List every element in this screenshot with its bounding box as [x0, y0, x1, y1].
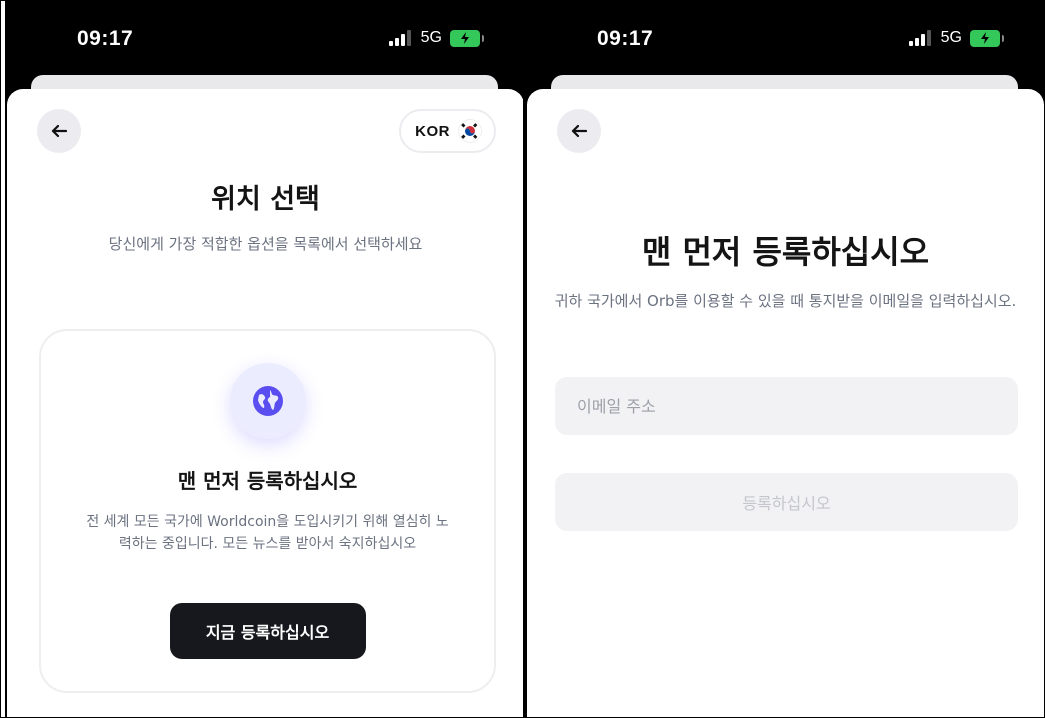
globe-badge	[229, 363, 306, 439]
globe-icon	[252, 386, 283, 416]
country-code: KOR	[415, 122, 450, 140]
signal-icon	[388, 30, 411, 46]
phone-screen-location: 09:17 5G KOR 위치 선택 당신에게 가장 적합한 옵션을 목록에서 …	[5, 1, 524, 717]
south-korea-flag-icon	[458, 119, 482, 143]
status-bar: 09:17 5G	[5, 1, 524, 81]
back-button[interactable]	[557, 109, 601, 153]
status-indicators: 5G	[908, 29, 1004, 47]
register-button[interactable]: 등록하십시오	[555, 473, 1018, 531]
page-title: 위치 선택	[211, 184, 320, 215]
email-input[interactable]	[555, 377, 1018, 435]
signal-icon	[908, 30, 931, 46]
page-subtitle: 당신에게 가장 적합한 옵션을 목록에서 선택하세요	[108, 235, 423, 253]
status-bar: 09:17 5G	[525, 1, 1044, 81]
phone-screen-register: 09:17 5G 맨 먼저 등록하십시오 귀하 국가에서 Orb를 이용할 수 …	[525, 1, 1044, 717]
register-sheet: 맨 먼저 등록하십시오 귀하 국가에서 Orb를 이용할 수 있을 때 통지받을…	[527, 89, 1044, 717]
card-title: 맨 먼저 등록하십시오	[177, 469, 358, 493]
battery-charging-icon	[450, 29, 484, 47]
arrow-left-icon	[571, 124, 588, 138]
back-button[interactable]	[37, 109, 81, 153]
country-selector-button[interactable]: KOR	[399, 109, 496, 153]
network-type: 5G	[940, 29, 962, 46]
arrow-left-icon	[51, 124, 68, 138]
network-type: 5G	[420, 29, 442, 46]
register-first-card: 맨 먼저 등록하십시오 전 세계 모든 국가에 Worldcoin을 도입시키기…	[39, 329, 496, 693]
card-description: 전 세계 모든 국가에 Worldcoin을 도입시키기 위해 열심히 노력하는…	[86, 514, 449, 552]
register-now-button[interactable]: 지금 등록하십시오	[169, 603, 366, 659]
screenshot-frame: 09:17 5G KOR 위치 선택 당신에게 가장 적합한 옵션을 목록에서 …	[0, 0, 1045, 718]
page-subtitle: 귀하 국가에서 Orb를 이용할 수 있을 때 통지받을 이메일을 입력하십시오…	[554, 292, 1017, 310]
battery-charging-icon	[970, 29, 1004, 47]
status-time: 09:17	[77, 27, 134, 50]
page-title: 맨 먼저 등록하십시오	[641, 233, 930, 271]
status-indicators: 5G	[388, 29, 484, 47]
status-time: 09:17	[597, 27, 654, 50]
location-sheet: KOR 위치 선택 당신에게 가장 적합한 옵션을 목록에서 선택하세요 맨 먼…	[7, 89, 524, 717]
